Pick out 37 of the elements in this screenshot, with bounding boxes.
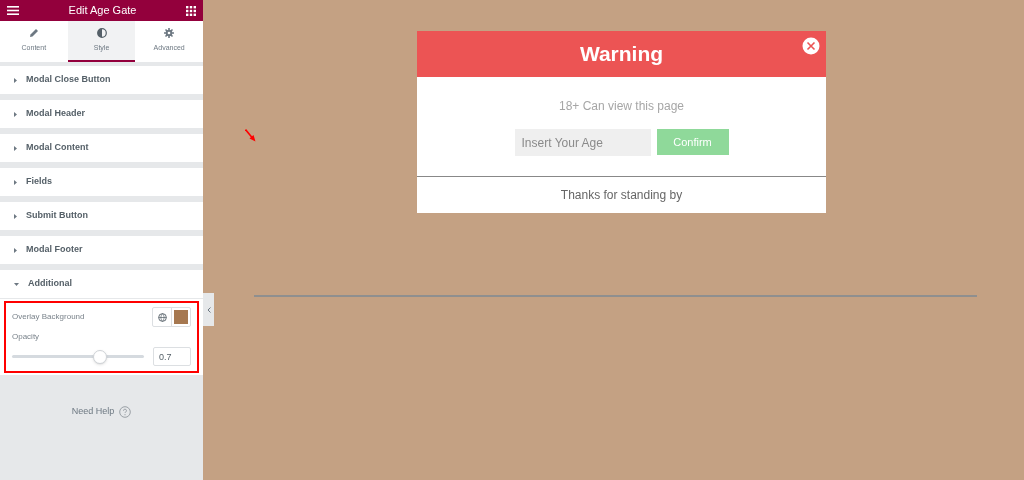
modal-title: Warning: [579, 41, 664, 68]
help-icon[interactable]: [119, 405, 132, 418]
caret-right-icon: [14, 247, 17, 253]
slider-thumb[interactable]: [93, 349, 108, 364]
section-header[interactable]: Modal Footer: [0, 236, 203, 264]
section-header[interactable]: Fields: [0, 168, 203, 196]
close-icon[interactable]: [802, 37, 820, 55]
section-header[interactable]: Additional: [0, 270, 203, 298]
modal-footer-text: Thanks for standing by: [560, 187, 683, 204]
contrast-icon: [96, 27, 107, 38]
caret-right-icon: [14, 213, 17, 219]
caret-right-icon: [14, 77, 17, 83]
overlay-background-label: Overlay Background: [12, 311, 85, 323]
opacity-slider[interactable]: [12, 349, 144, 364]
caret-right-icon: [14, 145, 17, 151]
section-header[interactable]: Modal Content: [0, 134, 203, 162]
panel-title: Edit Age Gate: [68, 3, 137, 19]
collapse-panel-handle[interactable]: [203, 293, 214, 326]
menu-icon[interactable]: [7, 6, 19, 15]
caret-down-icon: [14, 282, 19, 286]
caret-right-icon: [14, 111, 17, 117]
gear-icon: [164, 27, 175, 38]
modal-message: 18+ Can view this page: [558, 98, 685, 115]
caret-right-icon: [14, 179, 17, 185]
section-header[interactable]: Modal Close Button: [0, 66, 203, 94]
pencil-icon: [28, 27, 39, 38]
help-link[interactable]: Need Help: [71, 405, 115, 419]
opacity-input-field[interactable]: 0.7: [153, 347, 191, 366]
age-input-field[interactable]: Insert Your Age: [514, 129, 651, 156]
globe-icon[interactable]: [157, 312, 167, 322]
arrow-icon: [245, 129, 256, 142]
section-header[interactable]: Submit Button: [0, 202, 203, 230]
opacity-label: Opacity: [12, 331, 41, 343]
grid-icon[interactable]: [186, 5, 196, 16]
color-swatch[interactable]: [174, 310, 188, 324]
chevron-left-icon[interactable]: [206, 306, 211, 313]
section-header[interactable]: Modal Header: [0, 100, 203, 128]
